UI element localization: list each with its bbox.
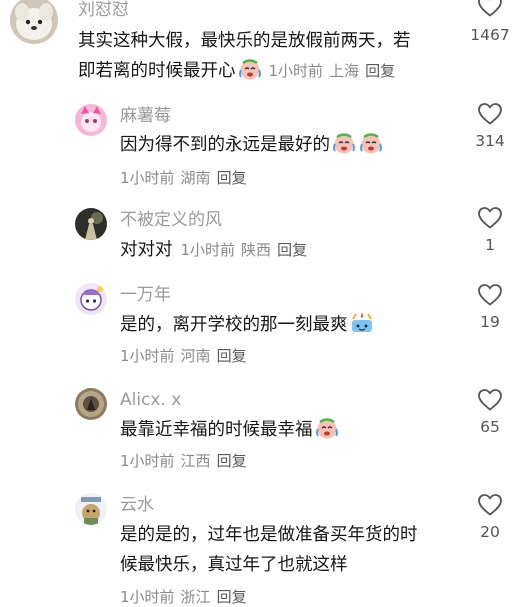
comment-text: 最靠近幸福的时候最幸福 xyxy=(120,415,340,449)
avatar[interactable] xyxy=(10,0,58,44)
comment-author[interactable]: 刘怼怼 xyxy=(78,0,129,20)
comment-text: 是的是的，过年也是做准备买年货的时 候最快乐，真过年了也就这样 xyxy=(120,520,418,580)
comment-location: 陕西 xyxy=(241,241,272,259)
like-count: 314 xyxy=(475,132,505,150)
comment-author[interactable]: 云水 xyxy=(120,495,154,515)
comment-author[interactable]: 麻薯莓 xyxy=(120,106,171,126)
comment-time: 1小时前 xyxy=(268,62,324,80)
comment-location: 江西 xyxy=(180,452,211,470)
comment-text-line: 最靠近幸福的时候最幸福 xyxy=(120,420,313,440)
reply-button[interactable]: 回复 xyxy=(217,347,247,365)
comment-text-line: 是的，离开学校的那一刻最爽 xyxy=(120,315,348,335)
like-button[interactable]: 19 xyxy=(465,283,515,331)
comment-text-line: 是的是的，过年也是做准备买年货的时 xyxy=(120,525,418,545)
comment-time: 1小时前 xyxy=(120,452,175,470)
comment-text-line-with-meta: 即若离的时候最开心 1小时前 上海 回复 xyxy=(78,56,411,90)
comment-location: 上海 xyxy=(329,62,360,80)
comment-text-line: 对对对 xyxy=(120,240,173,260)
heart-outline-icon xyxy=(478,284,502,306)
reply-button[interactable]: 回复 xyxy=(217,169,247,187)
heart-outline-icon xyxy=(478,389,502,411)
comment-time: 1小时前 xyxy=(120,588,175,606)
comment-meta: 1小时前 河南 回复 xyxy=(120,346,247,366)
like-count: 20 xyxy=(480,523,500,541)
comment-location: 浙江 xyxy=(180,588,211,606)
like-button[interactable]: 1467 xyxy=(465,0,515,44)
like-button[interactable]: 314 xyxy=(465,102,515,150)
avatar[interactable] xyxy=(75,493,107,525)
avatar[interactable] xyxy=(75,283,107,315)
reply-button[interactable]: 回复 xyxy=(217,588,247,606)
crying-face-emoji-icon xyxy=(314,417,340,449)
comment-meta: 1小时前 上海 回复 xyxy=(269,62,396,80)
comment-author[interactable]: 不被定义的风 xyxy=(120,210,222,230)
crying-face-emoji-icon xyxy=(331,132,357,164)
reply-button[interactable]: 回复 xyxy=(365,62,395,80)
comment-text-line: 其实这种大假，最快乐的是放假前两天，若 xyxy=(78,31,411,51)
avatar[interactable] xyxy=(75,388,107,420)
comment-meta: 1小时前 浙江 回复 xyxy=(120,587,247,607)
celebration-emoji-icon xyxy=(349,312,375,344)
crying-face-emoji-icon xyxy=(237,58,263,90)
reply-button[interactable]: 回复 xyxy=(277,241,307,259)
comment-meta: 1小时前 陕西 回复 xyxy=(181,241,308,259)
like-count: 19 xyxy=(480,313,500,331)
avatar[interactable] xyxy=(75,104,107,136)
heart-outline-icon xyxy=(478,494,502,516)
crying-face-emoji-icon xyxy=(358,132,384,164)
comment-text: 因为得不到的永远是最好的 xyxy=(120,130,384,164)
like-count: 65 xyxy=(480,418,500,436)
heart-outline-icon xyxy=(478,103,502,125)
comment-time: 1小时前 xyxy=(180,241,236,259)
like-button[interactable]: 1 xyxy=(465,206,515,254)
heart-outline-icon xyxy=(478,0,502,17)
heart-outline-icon xyxy=(478,207,502,229)
comment-text-line: 因为得不到的永远是最好的 xyxy=(120,135,330,155)
like-button[interactable]: 65 xyxy=(465,388,515,436)
comment-meta: 1小时前 江西 回复 xyxy=(120,451,247,471)
avatar[interactable] xyxy=(75,208,107,240)
comment-location: 河南 xyxy=(180,347,211,365)
comment-time: 1小时前 xyxy=(120,347,175,365)
like-button[interactable]: 20 xyxy=(465,493,515,541)
comment-text-line: 候最快乐，真过年了也就这样 xyxy=(120,555,348,575)
comment-meta: 1小时前 湖南 回复 xyxy=(120,168,247,188)
reply-button[interactable]: 回复 xyxy=(217,452,247,470)
comment-text-line: 即若离的时候最开心 xyxy=(78,61,236,81)
comment-text: 是的，离开学校的那一刻最爽 xyxy=(120,310,375,344)
comment-author[interactable]: Alicx. x xyxy=(120,390,181,410)
like-count: 1467 xyxy=(470,26,510,44)
comment-text: 对对对 1小时前 陕西 回复 xyxy=(120,235,307,265)
comment-location: 湖南 xyxy=(180,169,211,187)
like-count: 1 xyxy=(485,236,495,254)
comment-text: 其实这种大假，最快乐的是放假前两天，若 即若离的时候最开心 1小时前 上海 回复 xyxy=(78,26,411,90)
comment-author[interactable]: 一万年 xyxy=(120,285,171,305)
comment-time: 1小时前 xyxy=(120,169,175,187)
